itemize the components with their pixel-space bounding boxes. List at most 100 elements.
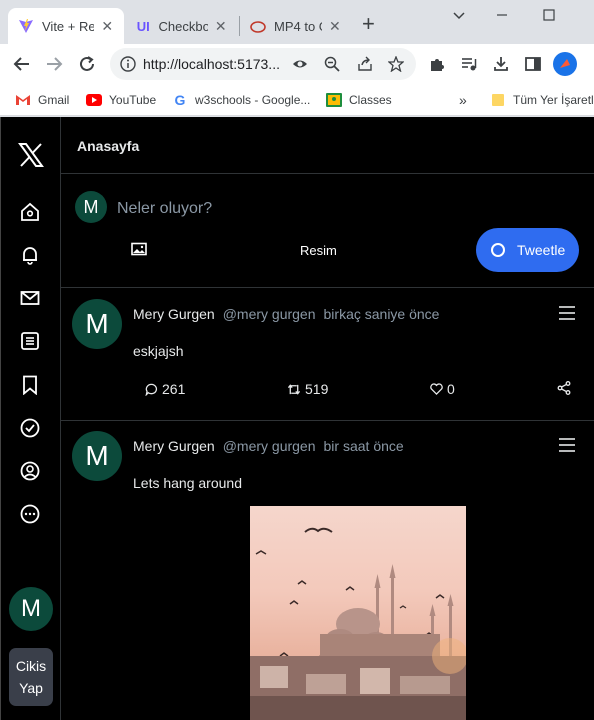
media-queue-icon[interactable] xyxy=(457,52,481,76)
bookmark-icon[interactable] xyxy=(18,373,42,397)
bookmark-label: YouTube xyxy=(109,93,157,107)
tweet-time: bir saat önce xyxy=(323,438,404,454)
tab-mp4[interactable]: MP4 to GIF ✕ xyxy=(240,8,352,44)
ui-icon: UI xyxy=(136,18,150,34)
bookmark-classes[interactable]: Classes xyxy=(326,90,392,110)
close-icon[interactable]: ✕ xyxy=(214,18,229,35)
minimize-button[interactable] xyxy=(496,8,508,25)
chevron-down-icon[interactable] xyxy=(452,8,466,25)
profile-icon[interactable] xyxy=(18,459,42,483)
tab-checkbox[interactable]: UI Checkbox ✕ xyxy=(126,8,238,44)
comment-icon xyxy=(145,383,157,396)
tab-title: Checkbox xyxy=(158,18,208,34)
all-bookmarks[interactable]: Tüm Yer İşaretleri xyxy=(490,90,594,110)
bookmarks-overflow[interactable]: » xyxy=(459,90,467,110)
bell-icon[interactable] xyxy=(18,243,42,267)
forward-arrow-icon[interactable] xyxy=(42,52,66,76)
share-icon xyxy=(557,381,571,395)
logout-label-line2: Yap xyxy=(19,680,43,696)
tab-strip: Vite + React ✕ UI Checkbox ✕ MP4 to GIF … xyxy=(0,0,594,44)
reload-icon[interactable] xyxy=(75,52,99,76)
comment-button[interactable]: 261 xyxy=(145,381,185,397)
address-bar[interactable]: http://localhost:5173... xyxy=(110,48,416,80)
tab-vite[interactable]: Vite + React ✕ xyxy=(8,8,124,44)
avatar: M xyxy=(75,191,107,223)
eye-slash-icon[interactable] xyxy=(290,54,310,74)
heart-icon xyxy=(430,383,443,395)
close-icon[interactable]: ✕ xyxy=(328,18,342,35)
hamburger-menu-icon[interactable] xyxy=(558,306,576,320)
download-icon[interactable] xyxy=(489,52,513,76)
image-upload-label[interactable]: Resim xyxy=(300,243,337,258)
tweet-meta: Mery Gurgen @mery gurgen bir saat önce xyxy=(133,438,404,454)
bookmarks-bar: Gmail YouTube G w3schools - Google... Cl… xyxy=(0,84,594,116)
user-name[interactable]: Mery Gurgen xyxy=(133,438,215,454)
tab-title: Vite + React xyxy=(42,18,95,34)
image-icon[interactable] xyxy=(131,241,147,257)
logout-button[interactable]: Cikis Yap xyxy=(9,648,53,706)
share-icon[interactable] xyxy=(355,54,375,74)
browser-toolbar: http://localhost:5173... xyxy=(0,44,594,84)
tweet-text: Lets hang around xyxy=(133,475,242,491)
new-tab-button[interactable]: + xyxy=(362,13,375,35)
bookmark-label: Tüm Yer İşaretleri xyxy=(513,93,594,107)
bookmark-youtube[interactable]: YouTube xyxy=(86,90,156,110)
avatar[interactable]: M xyxy=(9,587,53,631)
main-feed: Anasayfa M Neler oluyor? Resim Tweetle M… xyxy=(60,117,594,720)
star-icon[interactable] xyxy=(386,54,406,74)
avatar[interactable]: M xyxy=(72,299,122,349)
avatar[interactable]: M xyxy=(72,431,122,481)
page-header: Anasayfa xyxy=(61,117,594,174)
retweet-button[interactable]: 519 xyxy=(287,381,328,397)
side-panel-icon[interactable] xyxy=(521,52,545,76)
url-text: http://localhost:5173... xyxy=(143,56,280,72)
app-viewport: M Cikis Yap Anasayfa M Neler oluyor? Res… xyxy=(0,117,594,720)
mosque-photo xyxy=(250,527,466,720)
logout-label-line1: Cikis xyxy=(15,658,47,674)
tweet-image[interactable] xyxy=(250,506,466,720)
info-icon[interactable] xyxy=(118,54,138,74)
bookmark-label: Gmail xyxy=(38,93,70,107)
home-icon[interactable] xyxy=(18,200,42,224)
tweet-text: eskjajsh xyxy=(133,343,184,359)
list-icon[interactable] xyxy=(18,329,42,353)
share-button[interactable] xyxy=(557,381,575,395)
user-handle: @mery gurgen xyxy=(222,306,316,322)
retweet-count: 519 xyxy=(305,381,329,397)
tweet-button-label: Tweetle xyxy=(517,242,566,258)
google-icon: G xyxy=(174,92,186,108)
extensions-puzzle-icon[interactable] xyxy=(425,52,449,76)
close-icon[interactable]: ✕ xyxy=(100,18,114,35)
tweet-meta: Mery Gurgen @mery gurgen birkaç saniye önc… xyxy=(133,306,439,322)
like-button[interactable]: 0 xyxy=(430,381,455,397)
classroom-icon xyxy=(326,92,342,108)
sidebar: M Cikis Yap xyxy=(1,117,60,720)
x-logo-icon[interactable] xyxy=(17,141,45,169)
hamburger-menu-icon[interactable] xyxy=(558,438,576,452)
youtube-icon xyxy=(86,92,102,108)
bookmark-w3schools[interactable]: G w3schools - Google... xyxy=(172,90,311,110)
gmail-icon xyxy=(15,92,31,108)
verified-check-icon[interactable] xyxy=(18,416,42,440)
back-arrow-icon[interactable] xyxy=(10,52,34,76)
cloud-icon xyxy=(250,18,266,34)
vite-icon xyxy=(18,18,34,34)
maximize-button[interactable] xyxy=(543,8,555,25)
more-icon[interactable] xyxy=(18,502,42,526)
bookmark-label: Classes xyxy=(349,93,392,107)
user-handle: @mery gurgen xyxy=(222,438,316,454)
folder-icon xyxy=(490,92,506,108)
tweet-composer: M Neler oluyor? Resim Tweetle xyxy=(61,174,594,288)
bookmark-gmail[interactable]: Gmail xyxy=(15,90,69,110)
tweet-button[interactable]: Tweetle xyxy=(476,228,579,272)
tweet-input[interactable]: Neler oluyor? xyxy=(117,200,212,218)
bookmark-label: w3schools - Google... xyxy=(195,93,311,107)
user-name[interactable]: Mery Gurgen xyxy=(133,306,215,322)
mail-icon[interactable] xyxy=(18,286,42,310)
profile-avatar[interactable] xyxy=(553,52,577,76)
retweet-icon xyxy=(287,383,301,395)
page-title: Anasayfa xyxy=(77,138,140,154)
zoom-icon[interactable] xyxy=(322,54,342,74)
loading-spinner-icon xyxy=(491,243,505,257)
comment-count: 261 xyxy=(162,381,186,397)
